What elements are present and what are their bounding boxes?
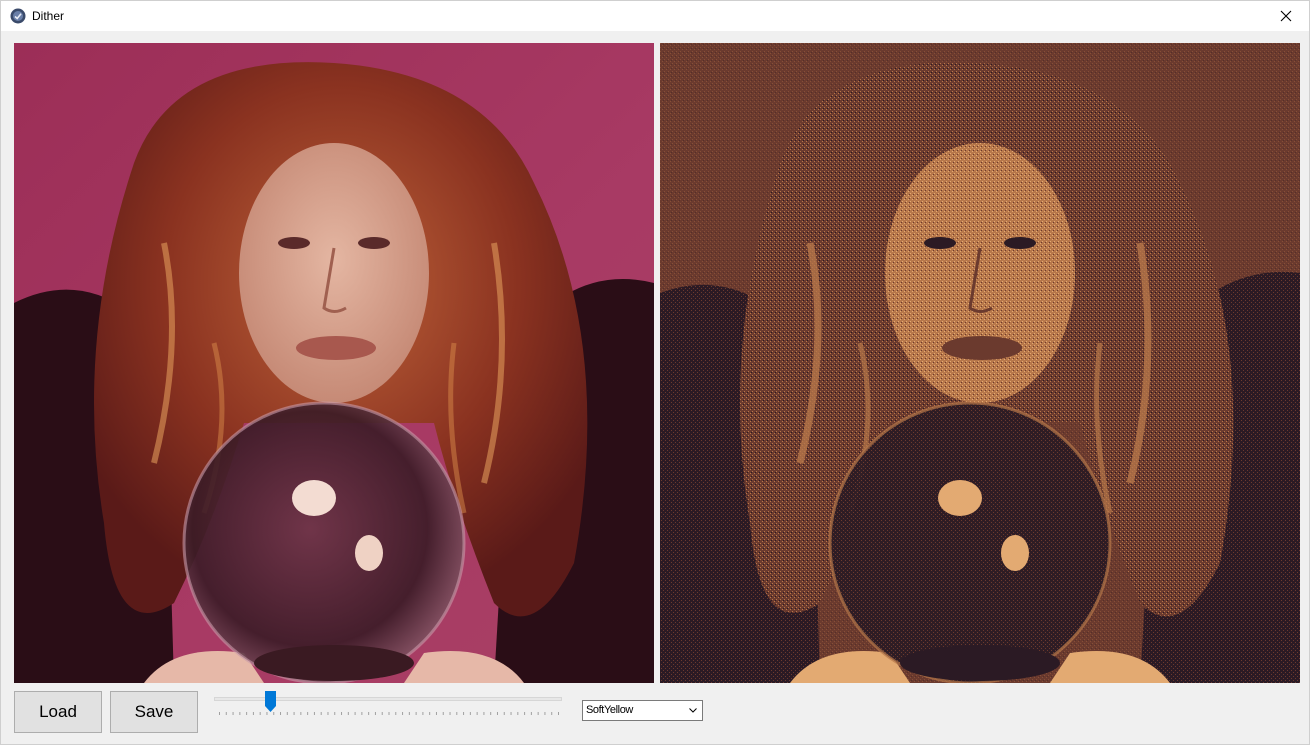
close-button[interactable] (1263, 1, 1309, 31)
close-icon (1280, 10, 1292, 22)
load-button[interactable]: Load (14, 691, 102, 733)
slider-thumb[interactable] (265, 691, 276, 712)
palette-select[interactable]: SoftYellow (582, 700, 703, 721)
title-bar: Dither (1, 1, 1309, 31)
app-icon (10, 8, 26, 24)
slider-ticks (219, 712, 559, 715)
save-button[interactable]: Save (110, 691, 198, 733)
dither-slider[interactable] (214, 691, 564, 721)
photo-dithered (660, 43, 1300, 683)
dithered-image (660, 43, 1300, 683)
window-title: Dither (32, 9, 65, 23)
chevron-down-icon[interactable] (688, 705, 698, 715)
photo-original (14, 43, 654, 683)
original-image (14, 43, 654, 683)
app-window: Dither Load Save SoftYellow (0, 0, 1310, 745)
palette-select-value: SoftYellow (586, 704, 633, 716)
